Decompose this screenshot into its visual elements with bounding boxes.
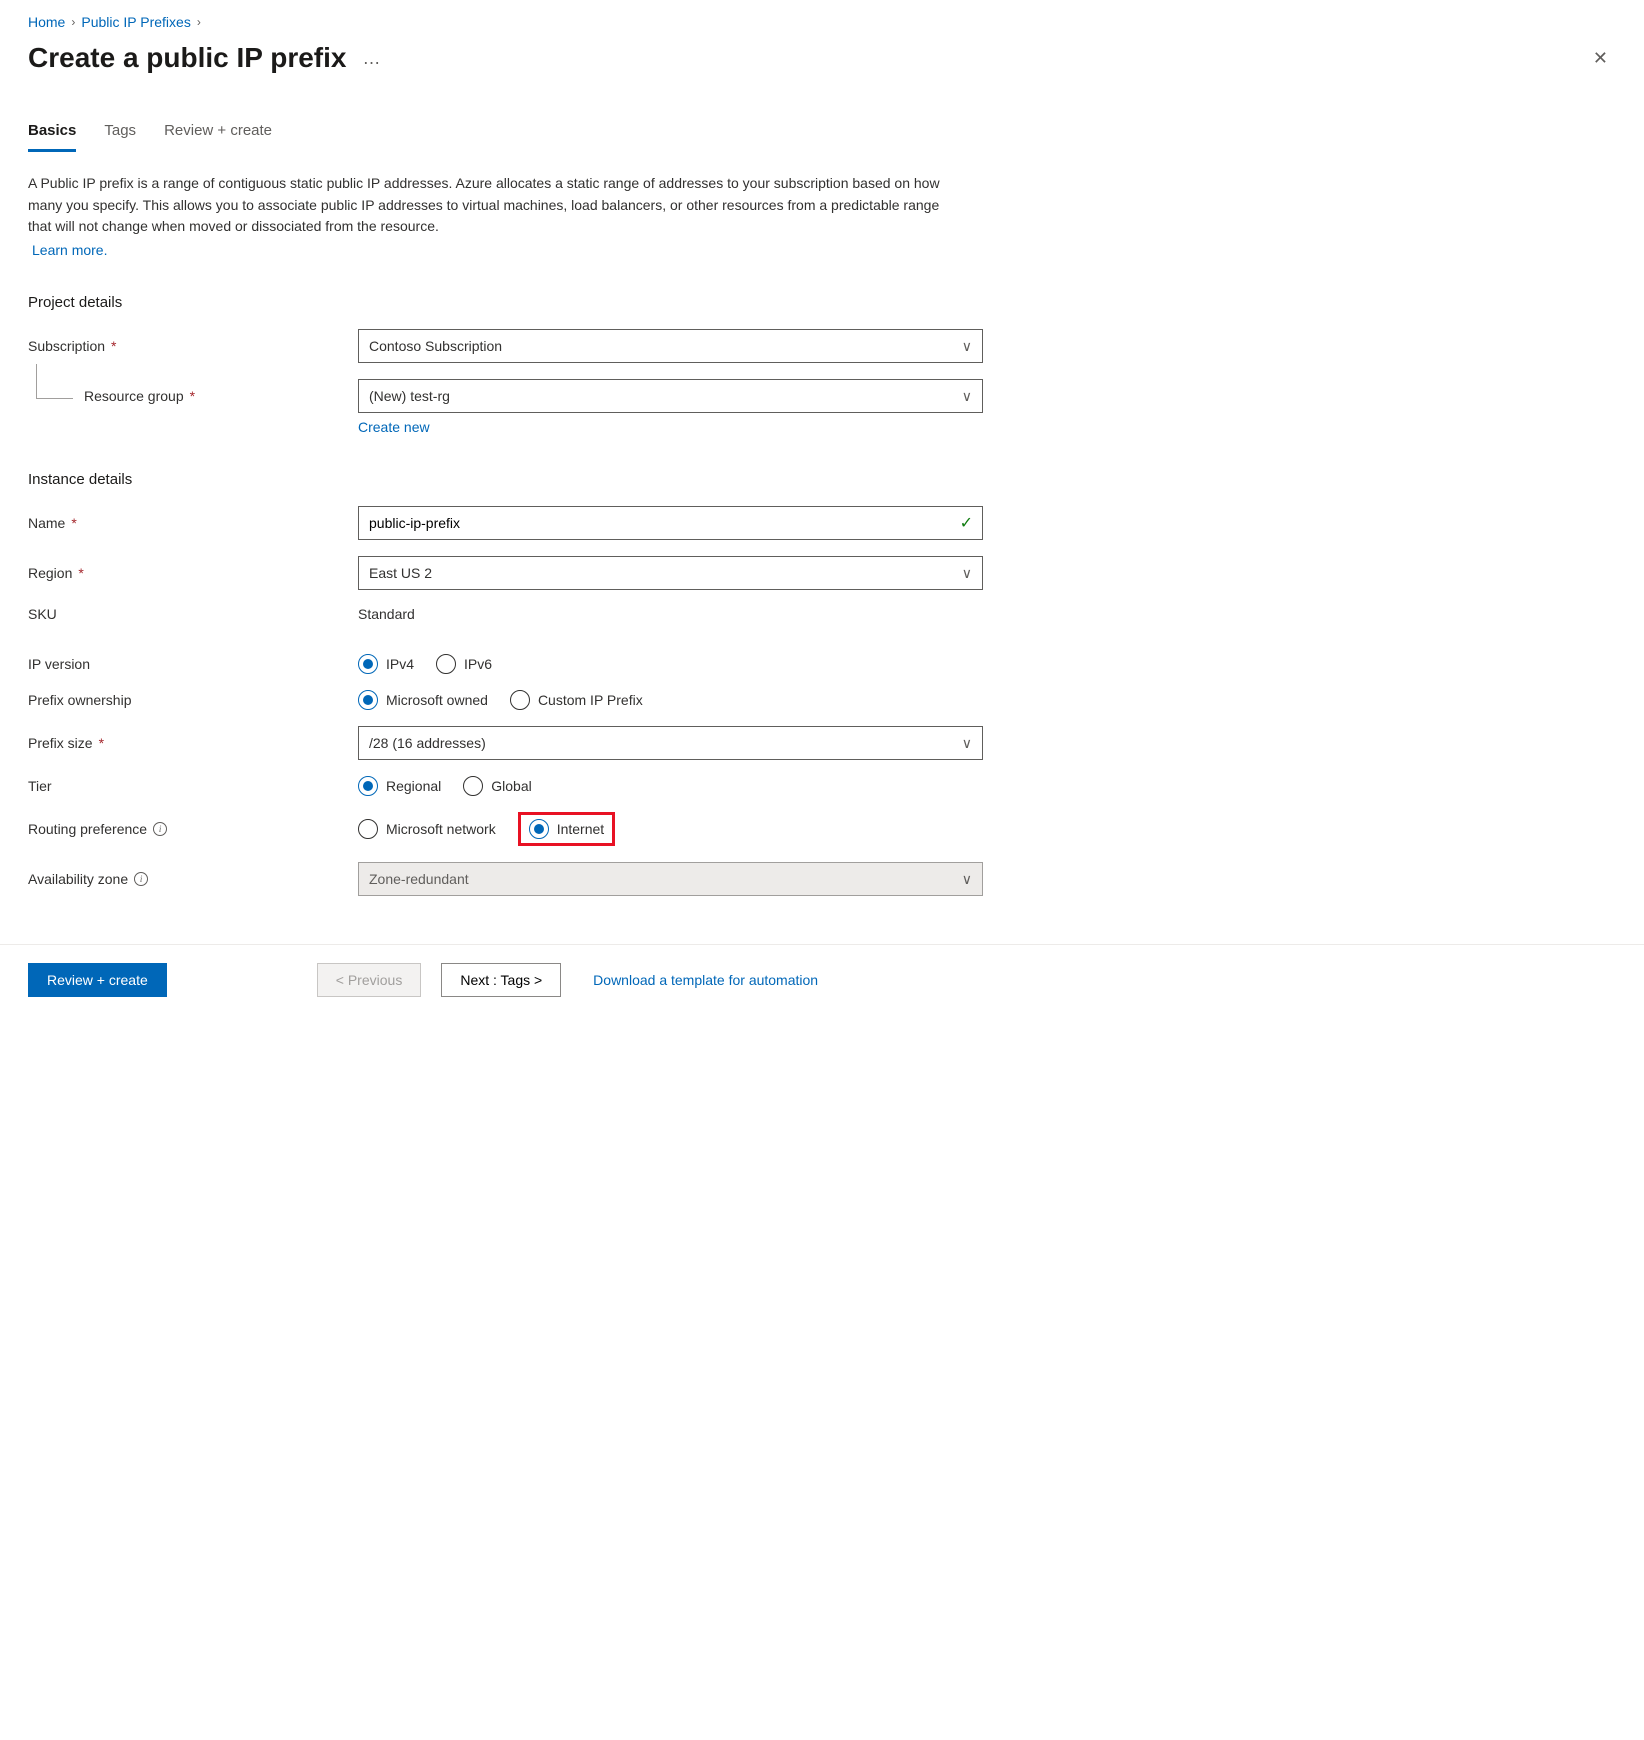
prefix-ownership-label: Prefix ownership — [28, 692, 358, 708]
prefix-size-label: Prefix size* — [28, 735, 358, 751]
tab-review-create[interactable]: Review + create — [164, 122, 272, 152]
ownership-custom[interactable]: Custom IP Prefix — [510, 690, 643, 710]
ownership-microsoft[interactable]: Microsoft owned — [358, 690, 488, 710]
availability-zone-label: Availability zone i — [28, 871, 358, 887]
breadcrumb-home[interactable]: Home — [28, 14, 65, 30]
sku-value: Standard — [358, 606, 415, 622]
sku-label: SKU — [28, 606, 358, 622]
tier-label: Tier — [28, 778, 358, 794]
learn-more-link[interactable]: Learn more. — [32, 242, 107, 258]
tier-regional[interactable]: Regional — [358, 776, 441, 796]
close-icon[interactable]: ✕ — [1585, 44, 1616, 73]
name-label: Name* — [28, 515, 358, 531]
breadcrumb-parent[interactable]: Public IP Prefixes — [81, 14, 190, 30]
tab-basics[interactable]: Basics — [28, 122, 76, 152]
footer: Review + create < Previous Next : Tags >… — [0, 944, 1644, 1015]
prefix-size-select[interactable]: /28 (16 addresses) ∨ — [358, 726, 983, 760]
create-new-rg-link[interactable]: Create new — [358, 419, 430, 435]
next-button[interactable]: Next : Tags > — [441, 963, 561, 997]
page-title: Create a public IP prefix — [28, 42, 347, 74]
info-icon[interactable]: i — [153, 822, 167, 836]
breadcrumb: Home › Public IP Prefixes › — [28, 14, 1616, 30]
info-icon[interactable]: i — [134, 872, 148, 886]
ipversion-label: IP version — [28, 656, 358, 672]
routing-preference-label: Routing preference i — [28, 821, 358, 837]
region-label: Region* — [28, 565, 358, 581]
description-text: A Public IP prefix is a range of contigu… — [28, 173, 948, 238]
section-instance-details: Instance details — [28, 471, 1616, 488]
section-project-details: Project details — [28, 294, 1616, 311]
name-input[interactable] — [358, 506, 983, 540]
tab-tags[interactable]: Tags — [104, 122, 136, 152]
availability-zone-select: Zone-redundant ∨ — [358, 862, 983, 896]
chevron-down-icon: ∨ — [962, 871, 972, 888]
tier-global[interactable]: Global — [463, 776, 531, 796]
resource-group-label: Resource group* — [28, 388, 358, 404]
tabs: Basics Tags Review + create — [28, 122, 1616, 153]
resource-group-select[interactable]: (New) test-rg ∨ — [358, 379, 983, 413]
chevron-right-icon: › — [197, 15, 201, 29]
chevron-down-icon: ∨ — [962, 565, 972, 582]
chevron-down-icon: ∨ — [962, 338, 972, 355]
ipversion-ipv6[interactable]: IPv6 — [436, 654, 492, 674]
region-select[interactable]: East US 2 ∨ — [358, 556, 983, 590]
routing-internet[interactable]: Internet — [529, 819, 604, 839]
chevron-down-icon: ∨ — [962, 735, 972, 752]
checkmark-icon: ✓ — [960, 513, 973, 533]
ipversion-ipv4[interactable]: IPv4 — [358, 654, 414, 674]
chevron-right-icon: › — [71, 15, 75, 29]
previous-button: < Previous — [317, 963, 422, 997]
routing-microsoft-network[interactable]: Microsoft network — [358, 819, 496, 839]
review-create-button[interactable]: Review + create — [28, 963, 167, 997]
subscription-label: Subscription* — [28, 338, 358, 354]
more-menu-icon[interactable]: … — [363, 48, 383, 69]
download-template-link[interactable]: Download a template for automation — [593, 972, 818, 988]
subscription-select[interactable]: Contoso Subscription ∨ — [358, 329, 983, 363]
chevron-down-icon: ∨ — [962, 388, 972, 405]
